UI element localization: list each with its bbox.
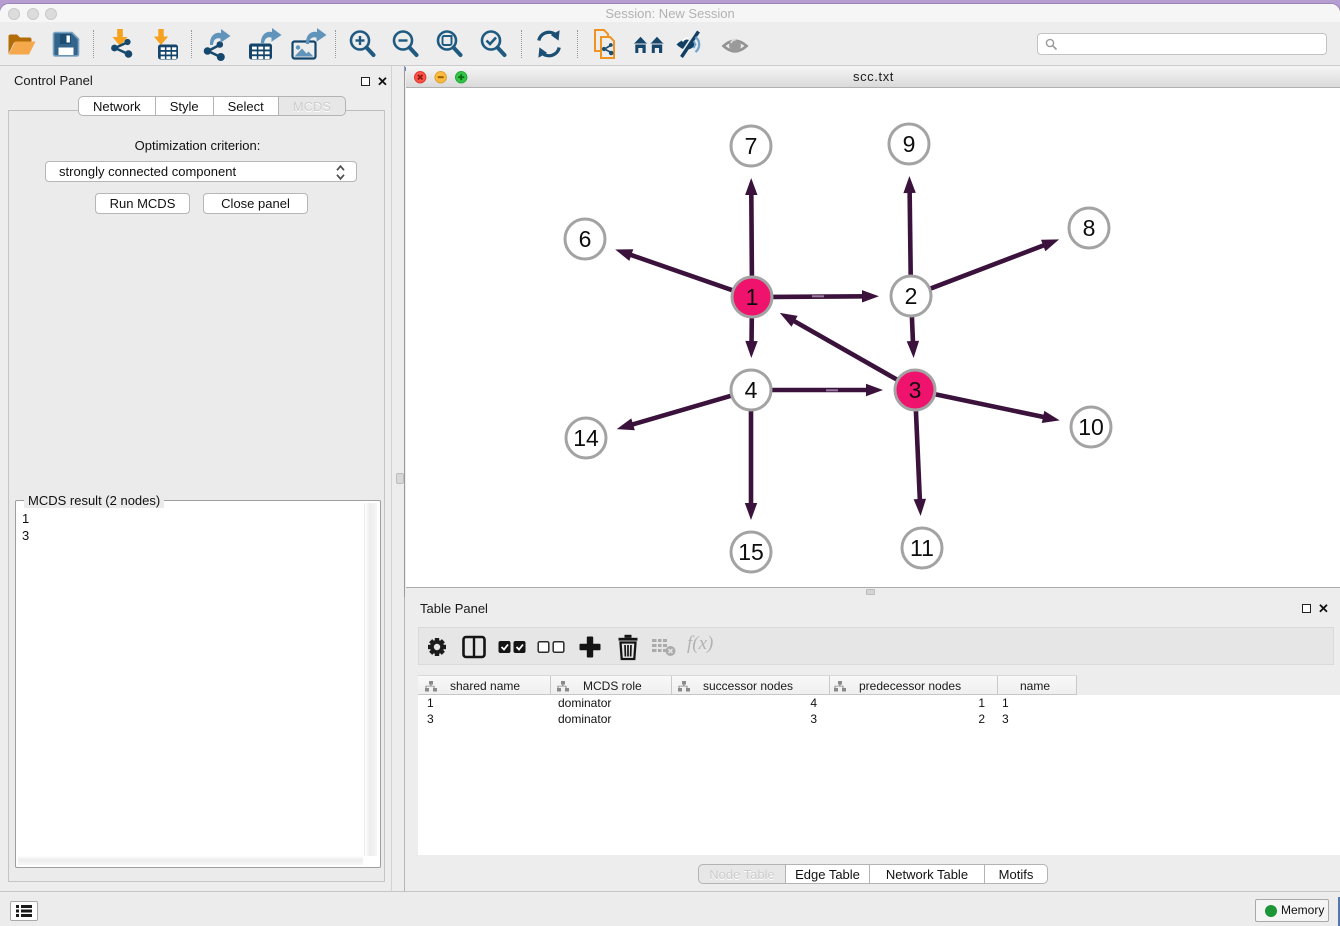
svg-text:14: 14 xyxy=(573,425,599,451)
svg-text:8: 8 xyxy=(1083,215,1096,241)
svg-text:2: 2 xyxy=(905,283,918,309)
svg-text:1: 1 xyxy=(746,284,759,310)
svg-text:3: 3 xyxy=(909,377,922,403)
svg-text:11: 11 xyxy=(910,535,934,561)
svg-text:15: 15 xyxy=(738,539,764,565)
svg-text:7: 7 xyxy=(745,133,758,159)
svg-text:9: 9 xyxy=(903,131,916,157)
svg-text:6: 6 xyxy=(579,226,592,252)
svg-text:10: 10 xyxy=(1078,414,1104,440)
svg-text:4: 4 xyxy=(745,377,758,403)
